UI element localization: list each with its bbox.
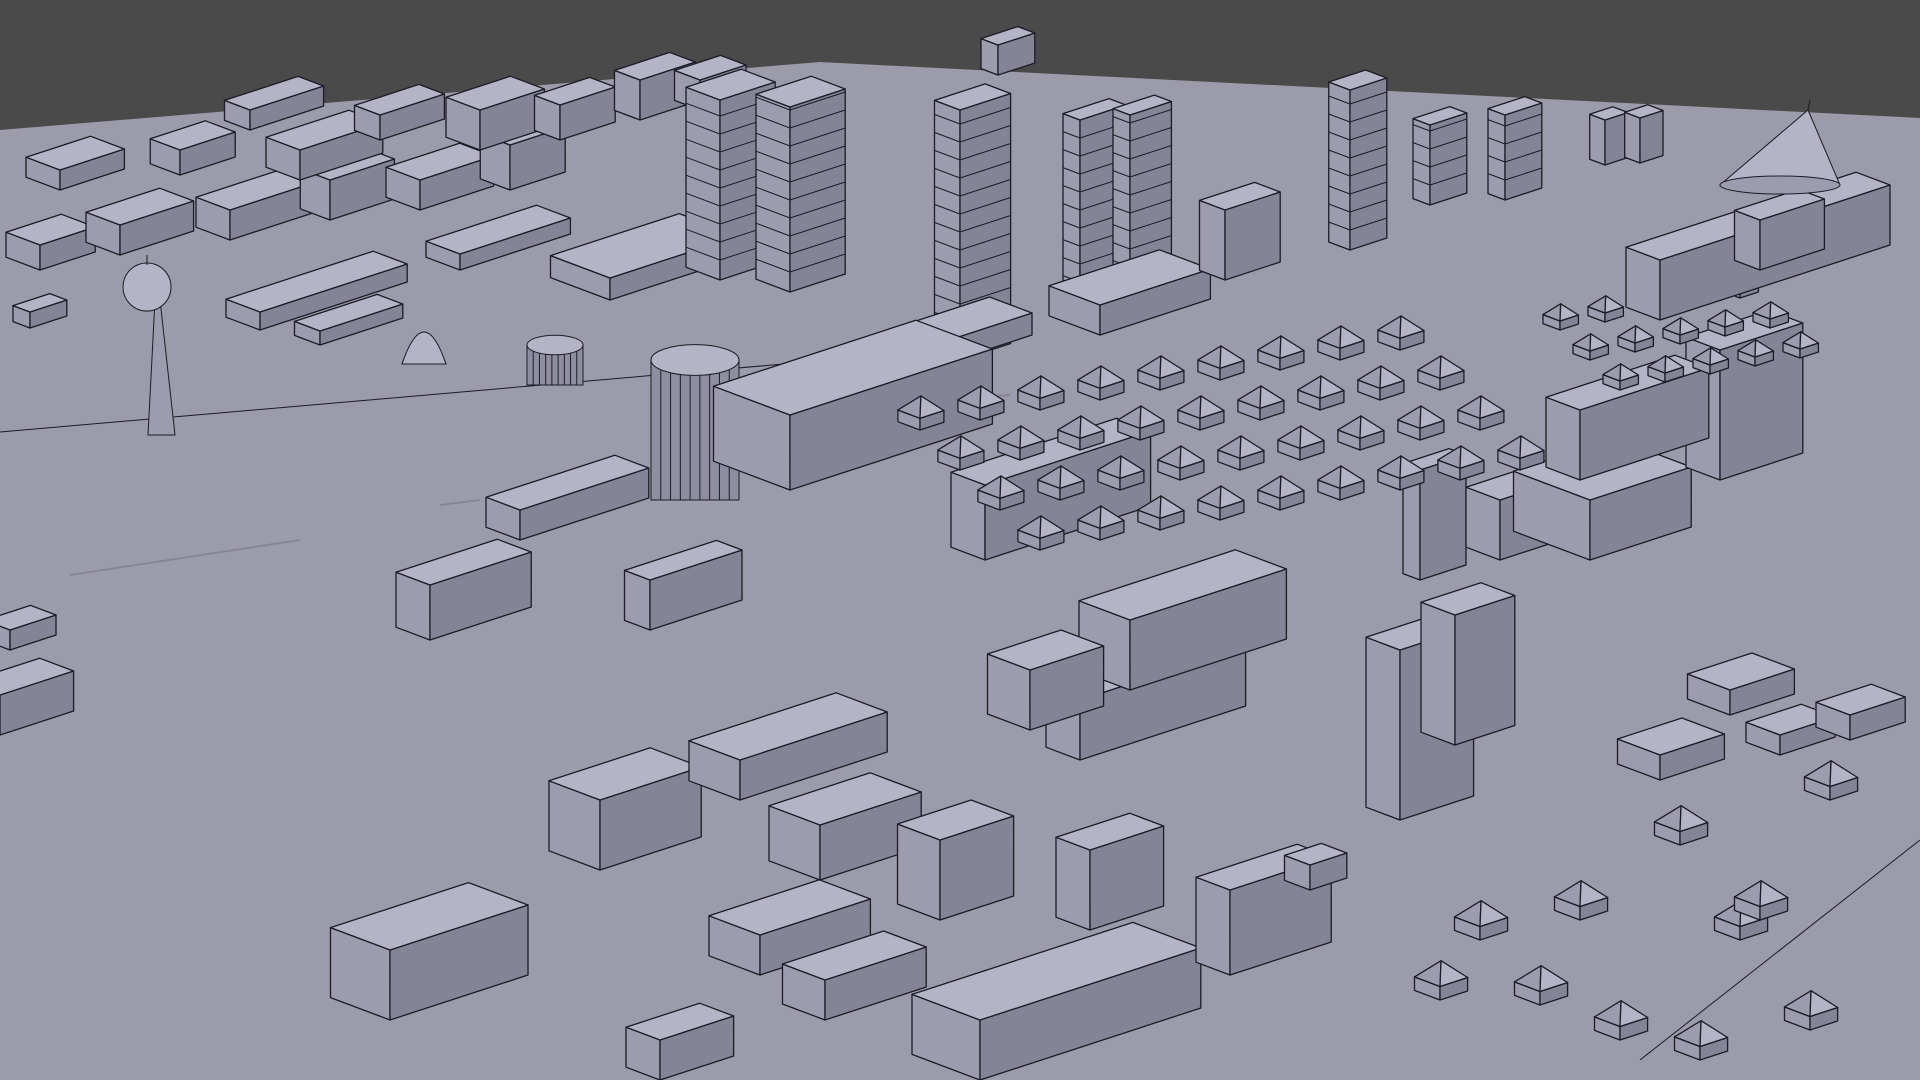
curved-tower-c[interactable] xyxy=(1328,69,1388,251)
small-tower-2[interactable] xyxy=(1624,104,1664,164)
cone-tent-base[interactable] xyxy=(1719,175,1841,195)
foreground-cube-1[interactable] xyxy=(896,799,1015,921)
twin-tower-right[interactable] xyxy=(755,75,846,293)
tower-pair-a[interactable] xyxy=(1412,105,1468,206)
scene-canvas xyxy=(0,25,1920,1080)
round-drum[interactable] xyxy=(526,334,584,386)
small-tower-1[interactable] xyxy=(1589,106,1629,166)
needle-tower-top[interactable] xyxy=(980,25,1036,76)
mid-block-c[interactable] xyxy=(1198,181,1281,281)
cone-tent-spire[interactable] xyxy=(1807,99,1811,111)
3d-viewport[interactable] xyxy=(0,0,1920,1080)
right-mid-slab[interactable] xyxy=(1420,582,1516,746)
sphere-tower-globe[interactable] xyxy=(122,262,172,312)
tower-pair-b[interactable] xyxy=(1487,95,1543,201)
